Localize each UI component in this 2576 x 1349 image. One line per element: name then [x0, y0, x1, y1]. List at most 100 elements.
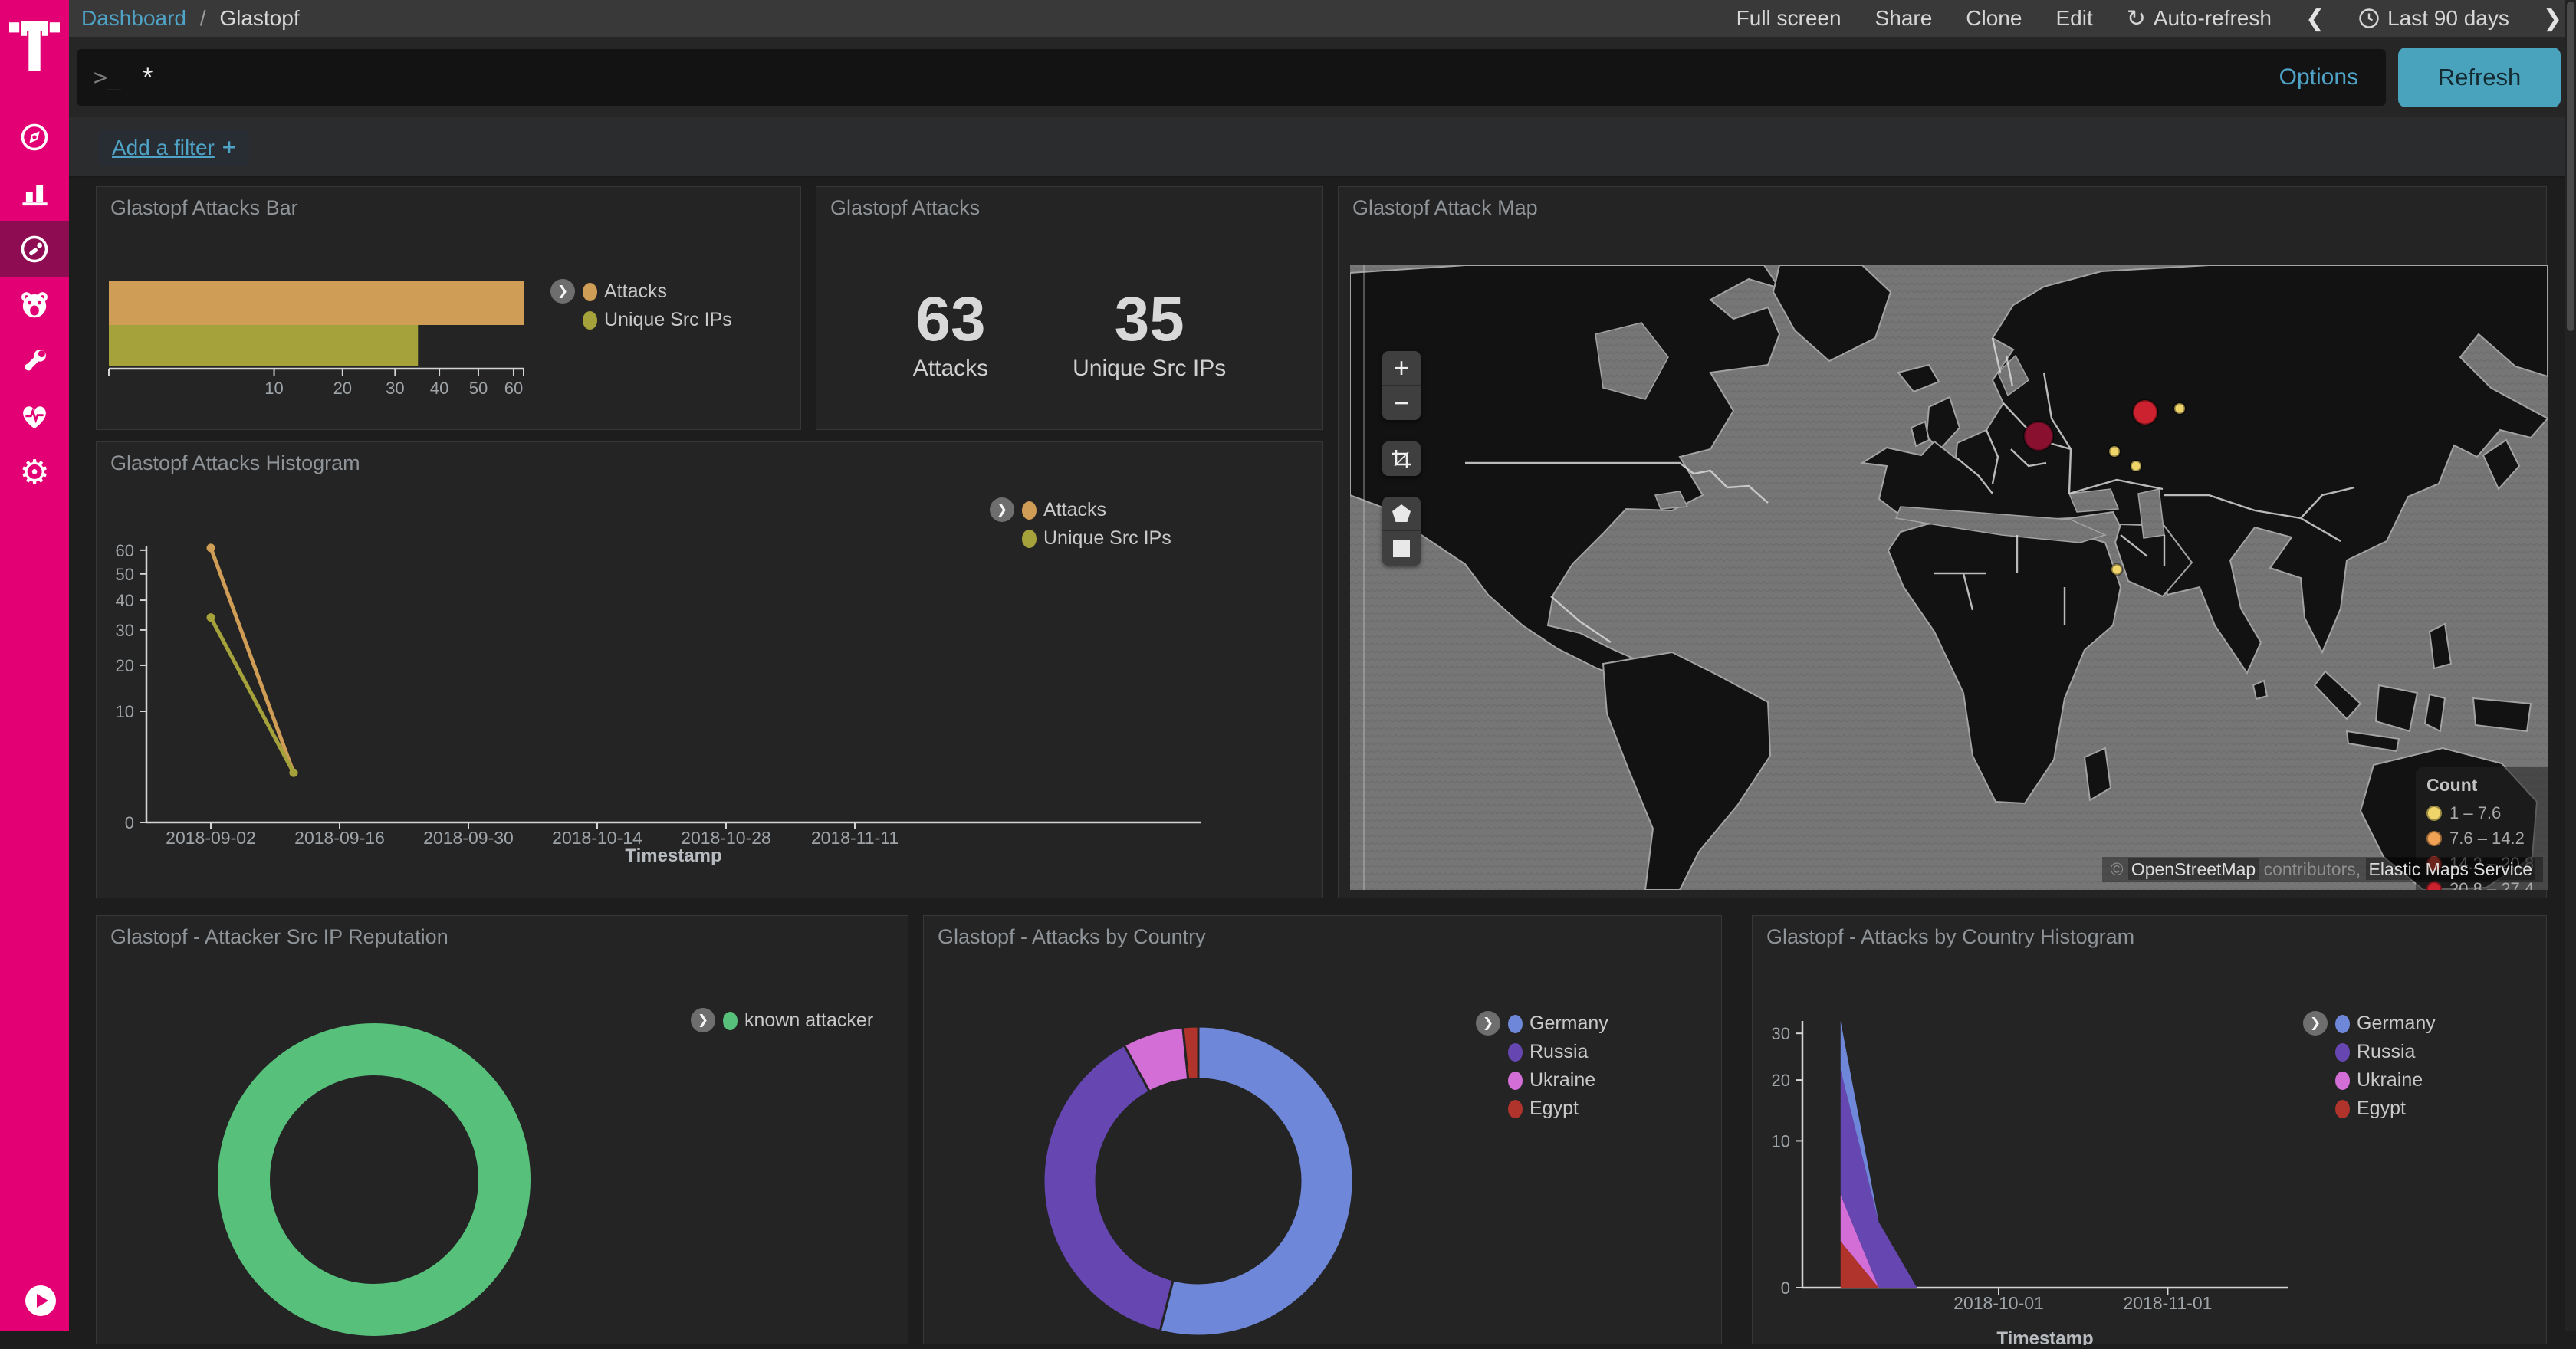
legend-collapse-arrow[interactable]: ❯ — [1476, 1011, 1500, 1036]
sidebar-item-honeypot[interactable] — [0, 277, 69, 333]
map-legend-range: 1 – 7.6 — [2450, 803, 2501, 823]
bar-Unique Src IPs[interactable] — [109, 325, 418, 366]
map-legend-color-dot — [2426, 881, 2442, 891]
legend-collapse-arrow[interactable]: ❯ — [990, 497, 1014, 522]
edit-button[interactable]: Edit — [2055, 6, 2092, 31]
legend-item[interactable]: Egypt — [2335, 1095, 2436, 1123]
y-tick-label: 10 — [116, 702, 134, 721]
search-input[interactable]: >_ * Options — [77, 49, 2386, 106]
legend-color-dot — [1508, 1015, 1523, 1033]
sidebar-item-visualize[interactable] — [0, 165, 69, 221]
openstreetmap-link[interactable]: OpenStreetMap — [2128, 858, 2259, 880]
sidebar-item-dev-tools[interactable] — [0, 333, 69, 389]
legend-item[interactable]: Ukraine — [1508, 1066, 1608, 1095]
attack-point[interactable] — [2024, 422, 2053, 451]
share-button[interactable]: Share — [1875, 6, 1933, 31]
query-options-link[interactable]: Options — [2279, 64, 2358, 90]
sidebar-item-discover[interactable] — [0, 109, 69, 165]
x-tick-label: 2018-11-11 — [811, 828, 899, 848]
legend-label: Ukraine — [1530, 1069, 1595, 1091]
legend-item[interactable]: Russia — [2335, 1038, 2436, 1066]
scrollbar-thumb[interactable] — [2567, 2, 2574, 331]
time-forward-button[interactable]: ❯ — [2543, 5, 2562, 32]
legend-item[interactable]: Attacks — [583, 277, 732, 306]
legend-collapse-arrow[interactable]: ❯ — [2303, 1011, 2328, 1036]
country-donut-chart[interactable] — [924, 916, 1721, 1344]
line-Attacks[interactable] — [211, 548, 294, 773]
legend-collapse-arrow[interactable]: ❯ — [691, 1008, 715, 1032]
full-screen-button[interactable]: Full screen — [1737, 6, 1842, 31]
time-range-picker[interactable]: Last 90 days — [2358, 6, 2509, 31]
refresh-button[interactable]: Refresh — [2398, 48, 2561, 107]
legend: ❯ Germany Russia Ukraine Egypt — [1476, 1009, 1608, 1123]
legend-item[interactable]: Germany — [2335, 1009, 2436, 1038]
panel-attacks-histogram: Glastopf Attacks Histogram 0102030405060… — [96, 441, 1323, 898]
slice-known attacker[interactable] — [244, 1049, 504, 1310]
legend-label: Egypt — [2357, 1098, 2406, 1120]
legend-item[interactable]: Russia — [1508, 1038, 1608, 1066]
legend-label: Russia — [2357, 1041, 2415, 1063]
x-tick-label: 60 — [504, 379, 523, 398]
x-tick-label: 2018-09-30 — [423, 828, 514, 848]
legend-color-dot — [1022, 530, 1037, 548]
panel-src-ip-reputation: Glastopf - Attacker Src IP Reputation ❯k… — [96, 915, 909, 1344]
data-point[interactable] — [290, 769, 298, 777]
attack-point[interactable] — [2174, 403, 2185, 414]
compass-icon — [19, 122, 50, 153]
time-back-button[interactable]: ❮ — [2305, 5, 2325, 32]
y-tick-label: 30 — [116, 621, 134, 640]
expand-nav-button[interactable] — [25, 1285, 57, 1317]
legend-item[interactable]: Attacks — [1022, 496, 1171, 524]
world-map[interactable]: + − — [1350, 265, 2548, 890]
y-tick-label: 0 — [125, 813, 134, 832]
pentagon-icon — [1391, 503, 1412, 524]
legend-label: Germany — [2357, 1013, 2436, 1035]
legend-item[interactable]: Germany — [1508, 1009, 1608, 1038]
attack-point[interactable] — [2111, 564, 2122, 575]
legend-color-dot — [2335, 1072, 2350, 1090]
legend-item[interactable]: Egypt — [1508, 1095, 1608, 1123]
legend-collapse-arrow[interactable]: ❯ — [550, 279, 575, 304]
legend-label: known attacker — [744, 1009, 873, 1032]
legend-label: Russia — [1530, 1041, 1588, 1063]
attack-point[interactable] — [2131, 461, 2141, 471]
telekom-logo — [9, 9, 60, 83]
auto-refresh-button[interactable]: ↻ Auto-refresh — [2127, 5, 2272, 32]
gear-icon: ⚙ — [19, 456, 49, 490]
panel-attacks-bar: Glastopf Attacks Bar 102030405060 ❯Attac… — [96, 186, 801, 430]
legend-color-dot — [2335, 1100, 2350, 1118]
elastic-maps-service-link[interactable]: Elastic Maps Service — [2366, 858, 2535, 880]
bar-Attacks[interactable] — [109, 281, 524, 325]
x-axis-label: Timestamp — [625, 845, 721, 866]
breadcrumb-dashboard-link[interactable]: Dashboard — [81, 6, 186, 30]
x-tick-label: 50 — [469, 379, 488, 398]
map-zoom-in-button[interactable]: + — [1382, 351, 1421, 386]
sidebar-item-management[interactable]: ⚙ — [0, 445, 69, 501]
legend-item[interactable]: Ukraine — [2335, 1066, 2436, 1095]
map-draw-rectangle-button[interactable] — [1382, 531, 1421, 566]
map-fit-bounds-button[interactable] — [1382, 441, 1421, 476]
country-area-chart[interactable]: 01020302018-10-012018-11-01Timestamp — [1753, 916, 2546, 1344]
legend-item[interactable]: Unique Src IPs — [583, 306, 732, 334]
map-zoom-out-button[interactable]: − — [1382, 386, 1421, 420]
add-filter-button[interactable]: Add a filter + — [98, 130, 249, 166]
legend-item[interactable]: known attacker — [723, 1006, 873, 1035]
attack-point[interactable] — [2109, 446, 2120, 457]
y-tick-label: 50 — [116, 565, 134, 584]
data-point[interactable] — [207, 613, 215, 622]
metric-label: Unique Src IPs — [1073, 356, 1226, 382]
sidebar-item-dashboard[interactable] — [0, 221, 69, 277]
clone-button[interactable]: Clone — [1966, 6, 2022, 31]
line-Unique Src IPs[interactable] — [211, 618, 294, 773]
attack-point[interactable] — [2133, 400, 2157, 425]
filter-bar: Add a filter + — [69, 117, 2576, 178]
map-draw-polygon-button[interactable] — [1382, 497, 1421, 531]
legend-item[interactable]: Unique Src IPs — [1022, 524, 1171, 553]
gauge-icon — [19, 234, 50, 264]
query-bar: >_ * Options Refresh — [69, 37, 2576, 117]
bear-icon — [18, 289, 51, 321]
reputation-donut-chart[interactable] — [97, 916, 908, 1344]
data-point[interactable] — [207, 543, 215, 552]
metric-attacks: 63 Attacks — [913, 287, 988, 382]
sidebar-item-monitoring[interactable] — [0, 389, 69, 445]
